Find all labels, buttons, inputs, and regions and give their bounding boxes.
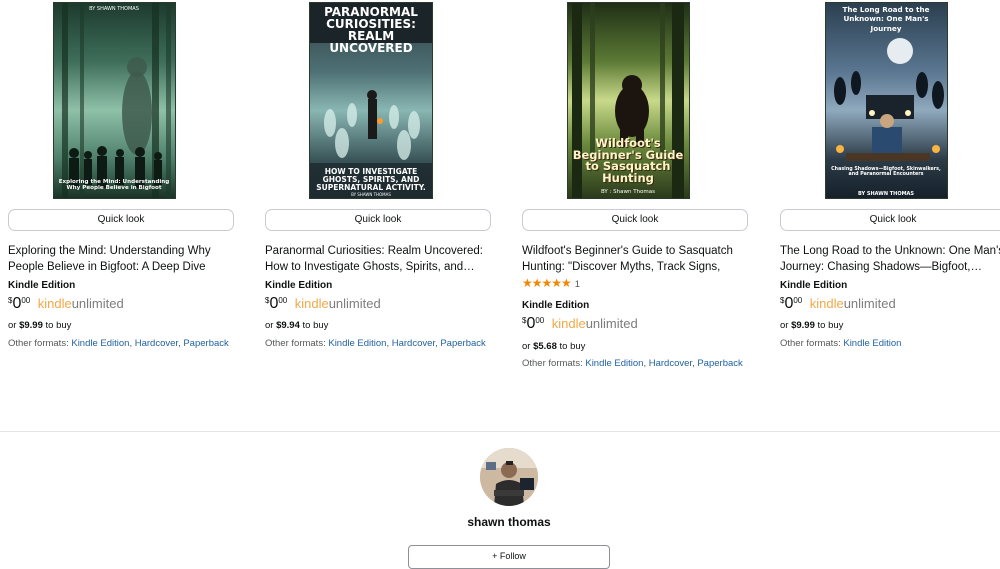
currency-symbol: $: [780, 296, 785, 305]
book-card: Wildfoot's Beginner's Guide to Sasquatch…: [514, 0, 748, 369]
edition-label: Kindle Edition: [780, 280, 848, 291]
format-link-hardcover[interactable]: Hardcover: [649, 358, 692, 369]
buy-price-line[interactable]: or $9.99 to buy: [8, 320, 71, 331]
price[interactable]: $000 kindleunlimited: [780, 295, 896, 313]
format-link-kindle[interactable]: Kindle Edition: [843, 338, 901, 349]
cover-author: BY : Shawn Thomas: [600, 189, 656, 195]
book-cover-image[interactable]: PARANORMAL CURIOSITIES: REALM UNCOVERED …: [309, 2, 433, 199]
book-title-link[interactable]: Exploring the Mind: Understanding Why Pe…: [8, 243, 236, 275]
cover-author: BY SHAWN THOMAS: [89, 6, 139, 12]
book-title-link[interactable]: Wildfoot's Beginner's Guide to Sasquatch…: [522, 243, 750, 275]
book-cover-image[interactable]: Wildfoot's Beginner's Guide to Sasquatch…: [566, 2, 690, 199]
currency-symbol: $: [8, 296, 13, 305]
buy-price: $9.99: [19, 320, 43, 331]
quick-look-button[interactable]: Quick look: [522, 209, 748, 231]
buy-price: $5.68: [533, 341, 557, 352]
buy-price-line[interactable]: or $9.94 to buy: [265, 320, 328, 331]
edition-label: Kindle Edition: [265, 280, 333, 291]
star-rating[interactable]: ★★★★★ 1: [522, 276, 580, 290]
buy-price-line[interactable]: or $5.68 to buy: [522, 341, 585, 352]
buy-price-line[interactable]: or $9.99 to buy: [780, 320, 843, 331]
quick-look-button[interactable]: Quick look: [265, 209, 491, 231]
price[interactable]: $000 kindleunlimited: [522, 315, 638, 333]
follow-button[interactable]: + Follow: [408, 545, 610, 569]
kindle-unlimited-logo: kindleunlimited: [294, 296, 381, 311]
currency-symbol: $: [265, 296, 270, 305]
book-title-link[interactable]: Paranormal Curiosities: Realm Uncovered:…: [265, 243, 493, 275]
quick-look-button[interactable]: Quick look: [780, 209, 1000, 231]
book-card: BY SHAWN THOMAS Exploring the Mind: Unde…: [0, 0, 234, 349]
buy-price: $9.94: [276, 320, 300, 331]
book-cover-image[interactable]: The Long Road to the Unknown: One Man's …: [824, 2, 948, 199]
format-link-kindle[interactable]: Kindle Edition: [585, 358, 643, 369]
price-cents: 00: [535, 316, 545, 325]
cover-title: PARANORMAL CURIOSITIES: REALM UNCOVERED: [324, 5, 418, 55]
format-link-paperback[interactable]: Paperback: [183, 338, 228, 349]
price-cents: 00: [793, 296, 803, 305]
price[interactable]: $000 kindleunlimited: [265, 295, 381, 313]
cover-subtitle: Chasing Shadows—Bigfoot, Skinwalkers, an…: [831, 167, 941, 178]
quick-look-button[interactable]: Quick look: [8, 209, 234, 231]
currency-symbol: $: [522, 316, 527, 325]
kindle-unlimited-logo: kindleunlimited: [809, 296, 896, 311]
cover-title: Exploring the Mind: Understanding Why Pe…: [58, 179, 170, 191]
book-card: The Long Road to the Unknown: One Man's …: [772, 0, 1000, 349]
cover-title: Wildfoot's Beginner's Guide to Sasquatch…: [572, 136, 684, 185]
edition-label: Kindle Edition: [522, 300, 590, 311]
author-photo: [480, 448, 538, 506]
format-link-paperback[interactable]: Paperback: [440, 338, 485, 349]
book-cover-image[interactable]: BY SHAWN THOMAS Exploring the Mind: Unde…: [52, 2, 176, 199]
author-name[interactable]: shawn thomas: [0, 515, 1000, 529]
edition-label: Kindle Edition: [8, 280, 76, 291]
other-formats: Other formats: Kindle Edition: [780, 338, 902, 349]
other-formats: Other formats: Kindle Edition, Hardcover…: [522, 358, 743, 369]
book-title-link[interactable]: The Long Road to the Unknown: One Man's …: [780, 243, 1000, 275]
book-results-grid: BY SHAWN THOMAS Exploring the Mind: Unde…: [0, 0, 1000, 400]
price[interactable]: $000 kindleunlimited: [8, 295, 124, 313]
rating-count[interactable]: 1: [575, 279, 580, 290]
kindle-unlimited-logo: kindleunlimited: [37, 296, 124, 311]
buy-price: $9.99: [791, 320, 815, 331]
book-card: PARANORMAL CURIOSITIES: REALM UNCOVERED …: [257, 0, 491, 349]
other-formats: Other formats: Kindle Edition, Hardcover…: [265, 338, 486, 349]
price-cents: 00: [21, 296, 31, 305]
star-icon: ★★★★★: [522, 276, 572, 290]
format-link-kindle[interactable]: Kindle Edition: [328, 338, 386, 349]
format-link-hardcover[interactable]: Hardcover: [135, 338, 178, 349]
forest-bigfoot-art: [61, 3, 171, 198]
author-avatar[interactable]: [480, 448, 538, 506]
format-link-kindle[interactable]: Kindle Edition: [71, 338, 129, 349]
cover-title: The Long Road to the Unknown: One Man's …: [842, 5, 930, 33]
price-cents: 00: [278, 296, 288, 305]
other-formats: Other formats: Kindle Edition, Hardcover…: [8, 338, 229, 349]
format-link-hardcover[interactable]: Hardcover: [392, 338, 435, 349]
section-divider: [0, 431, 1000, 432]
format-link-paperback[interactable]: Paperback: [697, 358, 742, 369]
kindle-unlimited-logo: kindleunlimited: [551, 316, 638, 331]
cover-subtitle: HOW TO INVESTIGATE GHOSTS, SPIRITS, AND …: [316, 167, 426, 192]
cover-author: BY SHAWN THOMAS: [351, 192, 391, 197]
cover-author: BY SHAWN THOMAS: [857, 191, 915, 197]
